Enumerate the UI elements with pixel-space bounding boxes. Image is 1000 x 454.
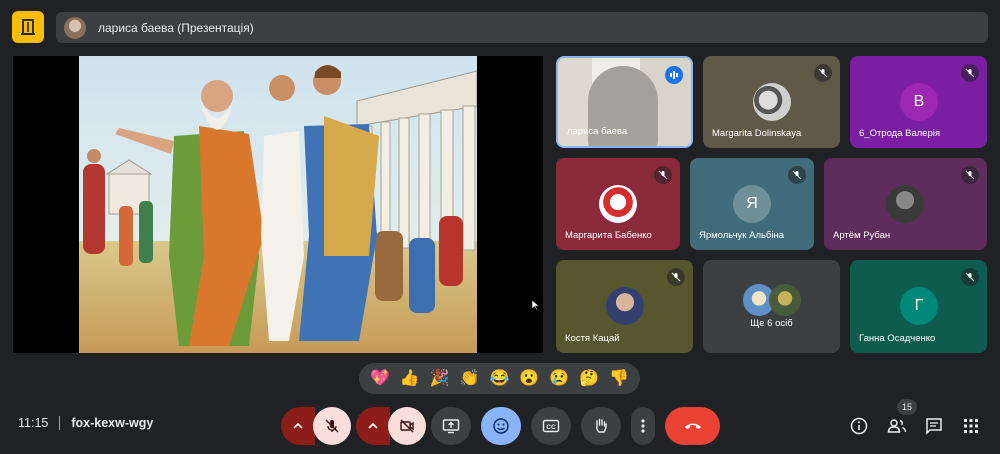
mic-off-icon [961,64,979,82]
reactions-bar: 💖 👍 🎉 👏 😂 😮 😢 🤔 👎 [359,363,640,394]
mic-off-icon [667,268,685,286]
captions-icon: CC [542,419,560,433]
svg-text:CC: CC [546,424,556,431]
mic-off-icon [788,166,806,184]
chevron-up-icon [293,422,303,429]
end-call-icon [684,423,701,429]
reaction-party-popper[interactable]: 🎉 [430,370,450,387]
reaction-surprised[interactable]: 😮 [519,370,539,387]
reaction-joy[interactable]: 😂 [489,370,509,387]
avatar: В [900,83,938,121]
participant-name: Ганна Осадченко [859,333,936,344]
mic-off-icon [961,166,979,184]
participant-name: Артём Рубан [833,230,891,241]
hand-icon [596,418,607,433]
mic-off-icon [961,268,979,286]
microphone-toggle-button[interactable] [313,407,351,445]
reactions-button[interactable] [481,407,521,445]
meeting-app-icon[interactable] [12,11,44,43]
camera-off-icon [400,419,414,433]
mic-off-icon [325,419,339,433]
meeting-details-button[interactable] [847,414,871,438]
meeting-info: 11:15 fox-kexw-wgy [18,416,153,430]
apps-grid-icon [964,419,978,433]
reaction-thumbs-up[interactable]: 👍 [400,370,420,387]
clock-time: 11:15 [18,416,49,430]
camera-control [356,407,426,445]
video-options-button[interactable] [356,407,390,445]
participant-name: Margarita Dolinskaya [712,128,802,139]
top-bar: лариса баева (Презентація) [0,0,1000,50]
avatar [599,185,637,223]
chat-icon [926,418,942,435]
raise-hand-button[interactable] [581,407,621,445]
door-icon [21,19,35,35]
more-vertical-icon [641,419,645,433]
more-options-button[interactable] [631,407,655,445]
participant-name: Маргарита Бабенко [565,230,652,241]
mic-off-icon [814,64,832,82]
audio-options-button[interactable] [281,407,315,445]
reaction-clapping[interactable]: 👏 [460,370,480,387]
mic-off-icon [654,166,672,184]
participant-tile[interactable]: Артём Рубан [824,158,987,250]
reaction-thinking[interactable]: 🤔 [579,370,599,387]
avatar [769,284,801,316]
participant-tile[interactable]: Margarita Dolinskaya [703,56,840,148]
participant-tile[interactable]: Г Ганна Осадченко [850,260,987,353]
leave-call-button[interactable] [665,407,720,445]
participant-name: Ярмольчук Альбіна [699,230,785,241]
participant-name: лариса баева [567,126,628,137]
avatar: Я [733,185,771,223]
speaking-indicator-icon [665,66,683,84]
avatar [606,287,644,325]
people-icon [887,419,907,433]
participant-tile[interactable]: В 6_Отрода Валерія [850,56,987,148]
microphone-control [281,407,351,445]
presenter-bar[interactable]: лариса баева (Презентація) [56,12,988,43]
presentation-stage [13,56,543,353]
participant-name: Костя Кацай [565,333,620,344]
participant-name: 6_Отрода Валерія [859,128,941,139]
participant-tile[interactable]: лариса баева [556,56,693,148]
more-participants-label: Ще 6 осіб [750,318,793,329]
present-screen-icon [442,419,460,434]
more-participants-tile[interactable]: Ще 6 осіб [703,260,840,353]
activities-button[interactable] [959,414,983,438]
people-count-badge: 15 [897,399,917,415]
chevron-up-icon [368,422,378,429]
info-icon [850,417,868,435]
camera-toggle-button[interactable] [388,407,426,445]
present-screen-button[interactable] [431,407,471,445]
presenter-avatar [64,16,86,39]
presentation-slide-image [79,56,477,353]
participant-tile[interactable]: Маргарита Бабенко [556,158,680,250]
meeting-code: fox-kexw-wgy [71,416,154,430]
mouse-pointer-icon [532,300,540,310]
avatar: Г [900,287,938,325]
participant-tile[interactable]: Костя Кацай [556,260,693,353]
presenter-label: лариса баева (Презентація) [98,20,254,35]
smiley-icon [493,418,509,434]
reaction-thumbs-down[interactable]: 👎 [609,370,629,387]
participant-tile[interactable]: Я Ярмольчук Альбіна [690,158,814,250]
captions-button[interactable]: CC [531,407,571,445]
reaction-sparkling-heart[interactable]: 💖 [370,370,390,387]
avatar [886,185,924,223]
people-button[interactable] [884,414,910,438]
reaction-crying[interactable]: 😢 [549,370,569,387]
avatar [753,83,791,121]
divider [59,416,61,430]
chat-button[interactable] [922,414,946,438]
